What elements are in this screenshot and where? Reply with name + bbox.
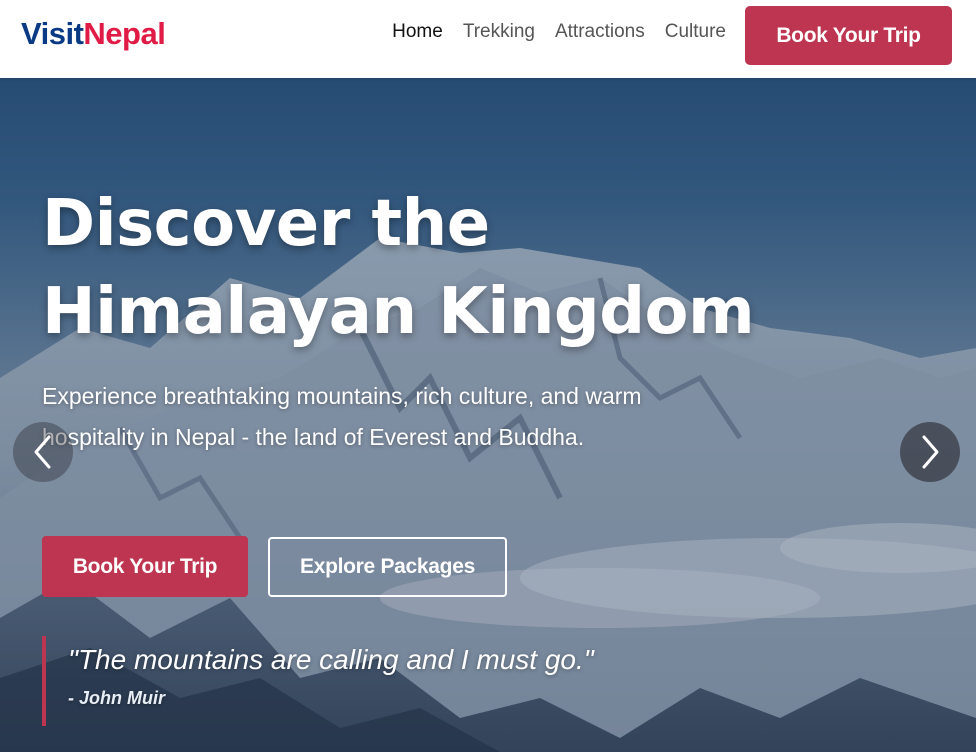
nav-link-attractions[interactable]: Attractions (555, 21, 645, 43)
quote-text: "The mountains are calling and I must go… (68, 644, 594, 675)
main-nav: Home Trekking Attractions Culture (392, 0, 726, 64)
site-logo[interactable]: VisitNepal (21, 16, 166, 52)
logo-nepal: Nepal (83, 16, 166, 51)
headline-line-1: Discover the (42, 187, 490, 261)
chevron-right-icon (922, 435, 939, 469)
hero-headline: Discover the Himalayan Kingdom (42, 180, 842, 356)
carousel-next-button[interactable] (900, 422, 960, 482)
carousel-prev-button[interactable] (13, 422, 73, 482)
hero-section: Discover the Himalayan Kingdom Experienc… (0, 78, 976, 752)
chevron-left-icon (34, 435, 51, 469)
hero-subtext: Experience breathtaking mountains, rich … (42, 383, 642, 450)
nav-link-home[interactable]: Home (392, 21, 443, 43)
header-book-trip-button[interactable]: Book Your Trip (745, 6, 952, 65)
explore-packages-button[interactable]: Explore Packages (268, 537, 507, 597)
book-trip-button[interactable]: Book Your Trip (42, 536, 248, 597)
site-header: VisitNepal Home Trekking Attractions Cul… (0, 0, 976, 78)
nav-link-trekking[interactable]: Trekking (463, 21, 535, 43)
nav-link-culture[interactable]: Culture (665, 21, 726, 43)
headline-line-2: Himalayan Kingdom (42, 275, 755, 349)
logo-visit: Visit (21, 16, 84, 51)
hero-quote: "The mountains are calling and I must go… (42, 636, 742, 726)
quote-author: - John Muir (68, 688, 165, 708)
